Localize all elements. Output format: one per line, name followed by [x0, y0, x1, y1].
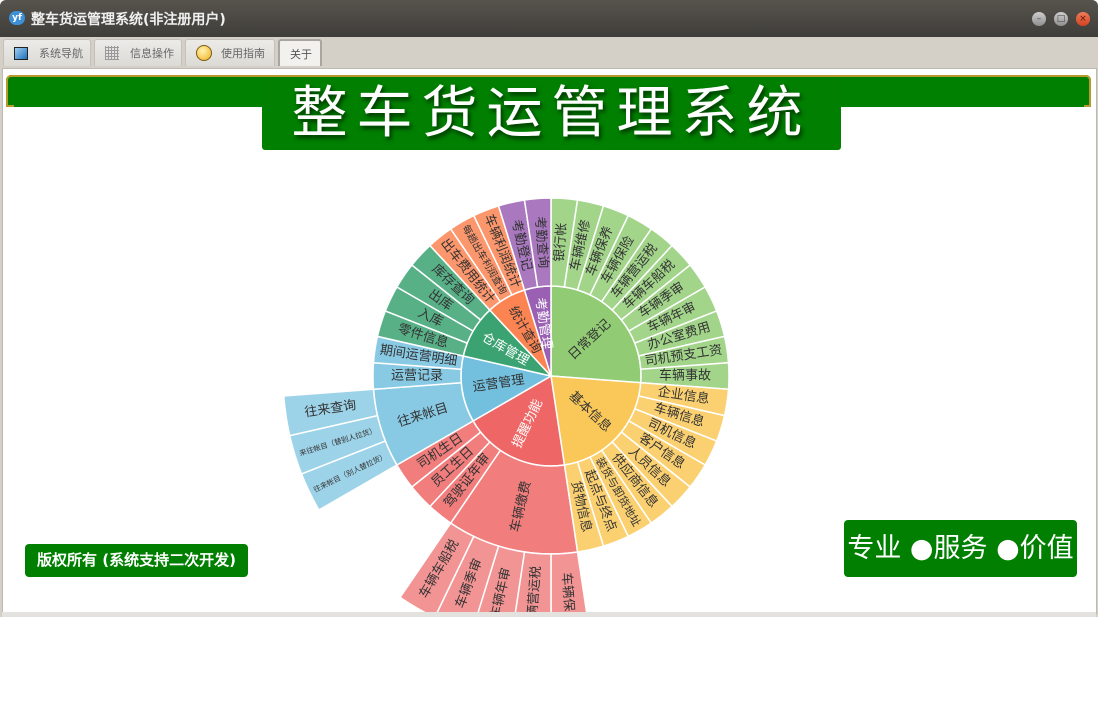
sunburst-label: 车辆事故: [659, 368, 711, 384]
help-coin-icon: [196, 45, 212, 61]
status-strip: [2, 612, 1096, 617]
close-button[interactable]: ×: [1076, 12, 1090, 26]
sunburst-label: 运营记录: [391, 369, 443, 384]
sunburst-label: 银行帐: [552, 222, 570, 262]
maximize-button[interactable]: □: [1054, 12, 1068, 26]
yf-cloud-icon: yf: [9, 11, 25, 25]
slogan-badge: 专业 ●服务 ●价值: [844, 520, 1077, 577]
tab-label: 系统导航: [39, 47, 83, 60]
tab-label: 使用指南: [221, 47, 265, 60]
monitor-icon: [14, 47, 28, 60]
tab-bar: 系统导航 信息操作 使用指南 关于: [0, 37, 1098, 68]
tab-user-guide[interactable]: 使用指南: [185, 39, 275, 66]
title-bar[interactable]: yf 整车货运管理系统(非注册用户) – □ ×: [0, 0, 1098, 37]
tab-system-navigation[interactable]: 系统导航: [3, 39, 91, 66]
window-title: 整车货运管理系统(非注册用户): [31, 12, 226, 28]
tab-info-operation[interactable]: 信息操作: [94, 39, 182, 66]
grid-icon: [105, 46, 119, 60]
app-window: yf 整车货运管理系统(非注册用户) – □ × 系统导航 信息操作 使用指南 …: [0, 0, 1098, 617]
minimize-button[interactable]: –: [1032, 12, 1046, 26]
tab-label: 信息操作: [130, 47, 174, 60]
tab-about[interactable]: 关于: [278, 39, 322, 66]
copyright-badge: 版权所有 (系统支持二次开发): [25, 544, 248, 577]
tab-label: 关于: [290, 48, 312, 61]
about-panel: 整车货运管理系统 日常登记 银行帐 车辆维修 车辆保养 车辆保险 车辆营运税 车辆车船税 车辆…: [2, 68, 1097, 614]
